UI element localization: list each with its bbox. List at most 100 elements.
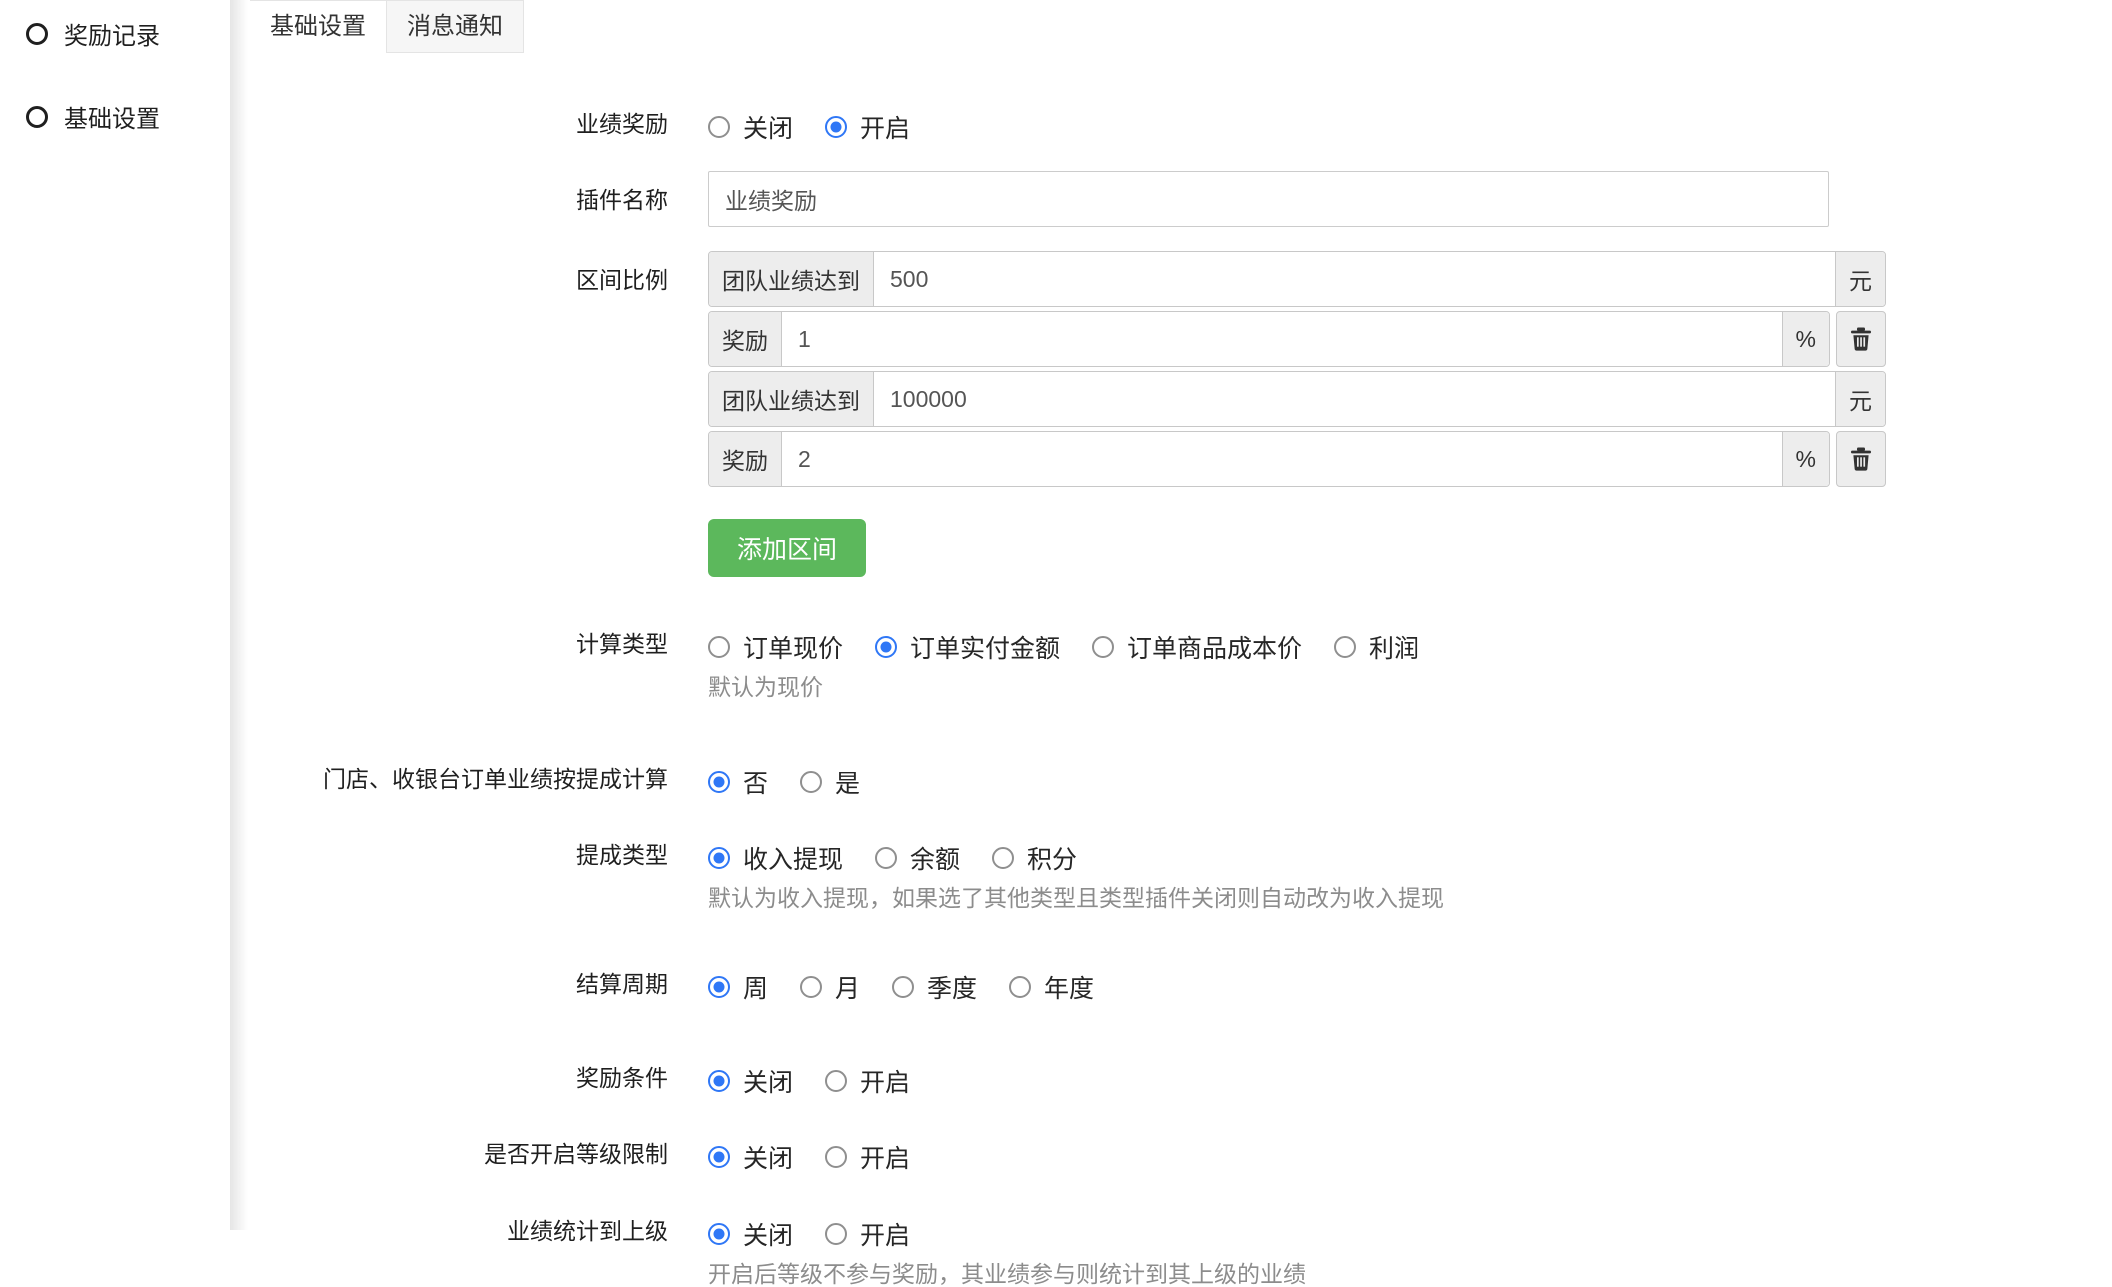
radio-option[interactable]: 关闭 xyxy=(708,109,793,145)
field-label: 奖励条件 xyxy=(230,1063,708,1092)
unit-addon: % xyxy=(1782,312,1829,366)
sidebar-item-basic-settings[interactable]: 基础设置 xyxy=(0,93,230,140)
radio-group-level-limit: 关闭开启 xyxy=(708,1139,2112,1175)
radio-icon xyxy=(708,976,730,998)
radio-icon xyxy=(825,1146,847,1168)
radio-option[interactable]: 是 xyxy=(800,764,860,800)
form-row-settle-cycle: 结算周期 周月季度年度 xyxy=(230,969,2112,1005)
radio-option[interactable]: 月 xyxy=(800,969,860,1005)
radio-option[interactable]: 周 xyxy=(708,969,768,1005)
radio-option-label: 开启 xyxy=(860,1063,910,1099)
radio-group-stats-to-parent: 关闭 开启 xyxy=(708,1216,2112,1252)
radio-option[interactable]: 否 xyxy=(708,764,768,800)
tab-bar: 基础设置 消息通知 xyxy=(250,0,524,53)
radio-option[interactable]: 积分 xyxy=(992,840,1077,876)
radio-option-label: 积分 xyxy=(1027,840,1077,876)
radio-option-label: 订单实付金额 xyxy=(910,629,1060,665)
amount-input[interactable] xyxy=(782,432,1782,486)
input-group: 团队业绩达到元 xyxy=(708,251,1886,307)
interval-rows: 团队业绩达到元奖励%团队业绩达到元奖励% xyxy=(708,251,2112,487)
form-row-level-limit: 是否开启等级限制 关闭开启 xyxy=(230,1139,2112,1175)
radio-icon xyxy=(708,771,730,793)
input-group: 奖励% xyxy=(708,431,1830,487)
form-row-store-commission: 门店、收银台订单业绩按提成计算 否 是 xyxy=(230,764,2112,800)
radio-option[interactable]: 订单商品成本价 xyxy=(1092,629,1302,665)
field-label: 提成类型 xyxy=(230,840,708,869)
input-group: 团队业绩达到元 xyxy=(708,371,1886,427)
amount-input[interactable] xyxy=(782,312,1782,366)
radio-icon xyxy=(800,771,822,793)
radio-option[interactable]: 关闭 xyxy=(708,1139,793,1175)
radio-icon xyxy=(825,116,847,138)
settings-form: 业绩奖励 关闭开启 插件名称 区间比例 团队业绩达到元奖励%团队业绩达到元奖励%… xyxy=(230,109,2112,1287)
radio-option-label: 开启 xyxy=(860,1216,910,1252)
delete-interval-button[interactable] xyxy=(1836,311,1886,367)
field-label: 业绩统计到上级 xyxy=(230,1216,708,1245)
radio-option[interactable]: 利润 xyxy=(1334,629,1419,665)
radio-icon xyxy=(800,976,822,998)
radio-option-label: 收入提现 xyxy=(743,840,843,876)
radio-option[interactable]: 订单实付金额 xyxy=(875,629,1060,665)
delete-interval-button[interactable] xyxy=(1836,431,1886,487)
radio-option-label: 关闭 xyxy=(743,1063,793,1099)
trash-icon xyxy=(1850,447,1872,471)
radio-option-label: 开启 xyxy=(860,109,910,145)
unit-addon: 元 xyxy=(1835,252,1885,306)
radio-option[interactable]: 开启 xyxy=(825,1063,910,1099)
field-label: 门店、收银台订单业绩按提成计算 xyxy=(230,764,708,793)
radio-icon xyxy=(825,1223,847,1245)
unit-addon: % xyxy=(1782,432,1829,486)
add-interval-button[interactable]: 添加区间 xyxy=(708,519,866,577)
radio-icon xyxy=(708,847,730,869)
radio-option-label: 是 xyxy=(835,764,860,800)
radio-icon xyxy=(1334,636,1356,658)
radio-group-calc-type: 订单现价 订单实付金额 订单商品成本价利润 xyxy=(708,629,2112,665)
sidebar-item-label: 基础设置 xyxy=(64,99,160,134)
radio-option[interactable]: 开启 xyxy=(825,109,910,145)
field-label: 计算类型 xyxy=(230,629,708,658)
form-row-calc-type: 计算类型 订单现价订单实付金额订单商品成本价利润 默认为现价 xyxy=(230,629,2112,700)
radio-option[interactable]: 年度 xyxy=(1009,969,1094,1005)
radio-option-label: 月 xyxy=(835,969,860,1005)
tab-message-notify[interactable]: 消息通知 xyxy=(386,1,524,53)
radio-icon xyxy=(875,847,897,869)
radio-option[interactable]: 收入提现 xyxy=(708,840,843,876)
form-row-interval-ratio: 区间比例 团队业绩达到元奖励%团队业绩达到元奖励% 添加区间 xyxy=(230,251,2112,577)
amount-input[interactable] xyxy=(874,372,1835,426)
group-prepend-label: 奖励 xyxy=(709,432,782,486)
radio-option[interactable]: 订单现价 xyxy=(708,629,843,665)
form-row-performance-reward: 业绩奖励 关闭 开启 xyxy=(230,109,2112,145)
radio-group-reward-condition: 关闭 开启 xyxy=(708,1063,2112,1099)
radio-icon xyxy=(708,636,730,658)
help-text: 默认为收入提现，如果选了其他类型且类型插件关闭则自动改为收入提现 xyxy=(708,885,2112,911)
radio-option[interactable]: 季度 xyxy=(892,969,977,1005)
sidebar: 奖励记录 基础设置 xyxy=(0,0,230,1230)
radio-option-label: 关闭 xyxy=(743,1216,793,1252)
group-prepend-label: 奖励 xyxy=(709,312,782,366)
field-label: 业绩奖励 xyxy=(230,109,708,138)
radio-option[interactable]: 关闭 xyxy=(708,1216,793,1252)
radio-option-label: 周 xyxy=(743,969,768,1005)
radio-option[interactable]: 开启 xyxy=(825,1216,910,1252)
radio-option-label: 年度 xyxy=(1044,969,1094,1005)
radio-option[interactable]: 开启 xyxy=(825,1139,910,1175)
field-label: 是否开启等级限制 xyxy=(230,1139,708,1168)
plugin-name-input[interactable] xyxy=(708,171,1829,227)
radio-group-performance-reward: 关闭 开启 xyxy=(708,109,2112,145)
interval-row: 团队业绩达到元 xyxy=(708,251,1886,307)
sidebar-item-label: 奖励记录 xyxy=(64,16,160,51)
unit-addon: 元 xyxy=(1835,372,1885,426)
radio-icon xyxy=(708,116,730,138)
radio-option-label: 订单商品成本价 xyxy=(1127,629,1302,665)
radio-option[interactable]: 关闭 xyxy=(708,1063,793,1099)
interval-row: 奖励% xyxy=(708,431,1886,487)
radio-icon xyxy=(892,976,914,998)
tab-basic-settings[interactable]: 基础设置 xyxy=(250,1,386,53)
amount-input[interactable] xyxy=(874,252,1835,306)
form-row-reward-condition: 奖励条件 关闭 开启 xyxy=(230,1063,2112,1099)
field-label: 插件名称 xyxy=(230,171,708,214)
radio-option[interactable]: 余额 xyxy=(875,840,960,876)
sidebar-item-reward-records[interactable]: 奖励记录 xyxy=(0,10,230,57)
radio-option-label: 否 xyxy=(743,764,768,800)
interval-row: 团队业绩达到元 xyxy=(708,371,1886,427)
